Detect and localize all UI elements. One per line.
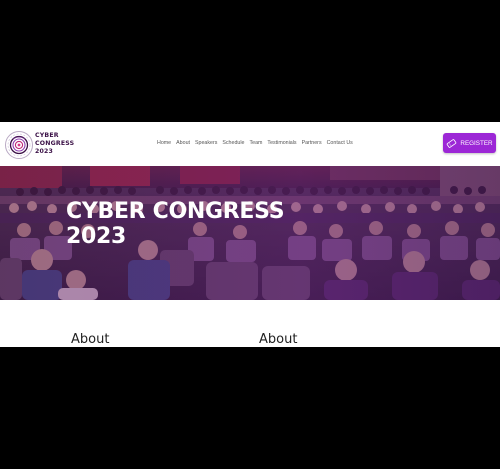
about-heading-left: About (71, 332, 110, 347)
main-nav: Home About Speakers Schedule Team Testim… (157, 140, 353, 146)
register-button[interactable]: REGISTER (443, 133, 496, 153)
about-heading-right: About (259, 332, 298, 347)
register-label: REGISTER (460, 139, 493, 147)
fingerprint-target-logo-icon[interactable] (4, 130, 34, 160)
nav-item-schedule[interactable]: Schedule (222, 140, 244, 146)
nav-item-partners[interactable]: Partners (302, 140, 322, 146)
nav-item-team[interactable]: Team (249, 140, 262, 146)
nav-item-home[interactable]: Home (157, 140, 171, 146)
page-frame: CYBER CONGRESS 2023 Home About Speakers … (0, 122, 500, 347)
nav-item-speakers[interactable]: Speakers (195, 140, 217, 146)
hero-title-line-1: CYBER CONGRESS (66, 199, 285, 224)
hero-title: CYBER CONGRESS 2023 (66, 199, 285, 249)
brand-name[interactable]: CYBER CONGRESS 2023 (35, 132, 74, 156)
brand-line-2: CONGRESS (35, 140, 75, 147)
nav-item-testimonials[interactable]: Testimonials (267, 140, 296, 146)
site-header: CYBER CONGRESS 2023 Home About Speakers … (0, 122, 500, 166)
about-section: About About (0, 300, 500, 347)
nav-item-about[interactable]: About (176, 140, 190, 146)
ticket-icon (447, 138, 457, 148)
nav-item-contact-us[interactable]: Contact Us (327, 140, 353, 146)
hero-title-line-2: 2023 (66, 224, 127, 249)
brand-line-3: 2023 (35, 148, 54, 155)
hero-banner: CYBER CONGRESS 2023 (0, 166, 500, 300)
brand-line-1: CYBER (35, 132, 59, 139)
